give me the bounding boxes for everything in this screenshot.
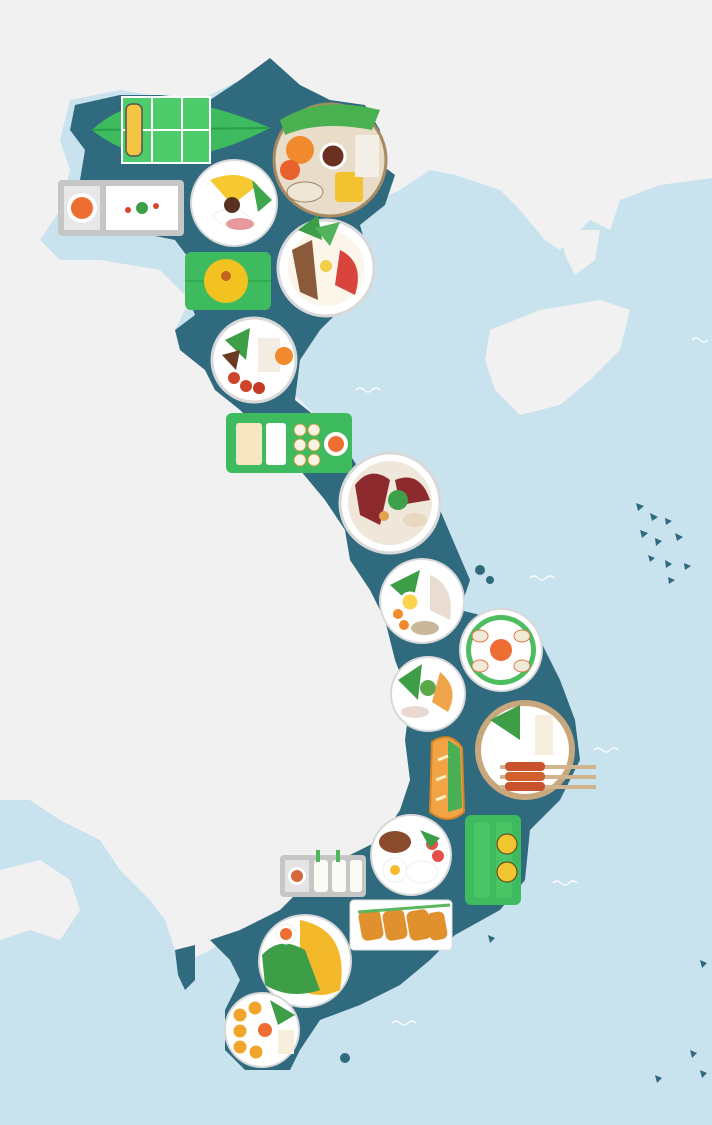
- beef-noodle-bowl-icon[interactable]: [338, 451, 442, 555]
- yellow-rice-on-leaf-icon[interactable]: [185, 252, 271, 310]
- fresh-roll-tray-icon[interactable]: [280, 850, 366, 897]
- baguette-icon[interactable]: [428, 736, 466, 820]
- savory-pancake-plate-icon[interactable]: [258, 914, 352, 1008]
- herb-noodle-plate-icon[interactable]: [379, 558, 465, 644]
- spring-roll-tray-icon[interactable]: [226, 413, 352, 473]
- quang-noodle-plate-icon[interactable]: [390, 656, 466, 732]
- leaf-wrapped-log-icon[interactable]: [465, 815, 521, 905]
- fried-roll-tray-icon[interactable]: [349, 899, 453, 951]
- mini-pancake-plate-icon[interactable]: [224, 992, 300, 1068]
- broken-rice-plate-icon[interactable]: [370, 814, 452, 896]
- sticky-rice-plate-icon[interactable]: [190, 159, 278, 247]
- dipping-sauce-tray-icon[interactable]: [58, 180, 184, 236]
- island-marker: [340, 1053, 350, 1063]
- grilled-meat-plate-icon[interactable]: [210, 316, 298, 404]
- island-marker: [486, 576, 494, 584]
- mixed-platter-icon[interactable]: [272, 102, 388, 218]
- island-marker: [475, 565, 485, 575]
- rice-cake-plate-icon[interactable]: [459, 608, 543, 692]
- vietnam-food-map: [0, 0, 712, 1125]
